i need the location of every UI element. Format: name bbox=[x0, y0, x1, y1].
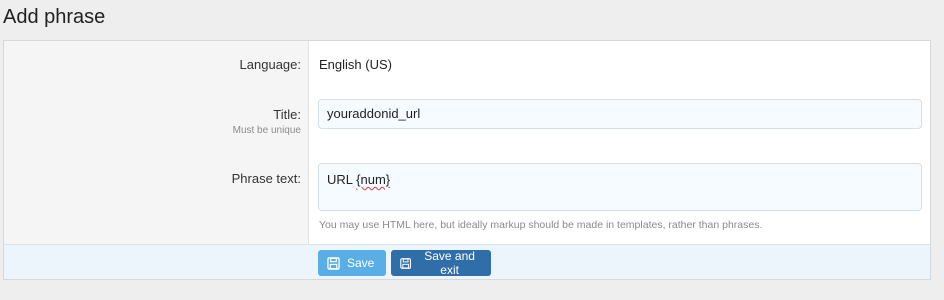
phrase-text-area[interactable]: URL {num} bbox=[318, 163, 922, 211]
page-title: Add phrase bbox=[3, 6, 106, 28]
phrase-text-explain: You may use HTML here, but ideally marku… bbox=[319, 219, 763, 231]
phrase-text-flagged-word: {num} bbox=[356, 172, 391, 187]
save-and-exit-button-label: Save and exit bbox=[424, 249, 475, 277]
floppy-disk-icon bbox=[400, 257, 411, 269]
language-label: Language: bbox=[239, 57, 301, 72]
floppy-disk-icon bbox=[327, 256, 340, 270]
save-button-label: Save bbox=[347, 256, 375, 270]
save-and-exit-button[interactable]: Save and exit bbox=[391, 249, 491, 277]
save-button[interactable]: Save bbox=[318, 250, 386, 276]
phrase-text-label: Phrase text: bbox=[231, 171, 301, 186]
title-label: Title: bbox=[273, 107, 301, 122]
title-input[interactable]: youraddonid_url bbox=[318, 99, 922, 129]
phrase-text-value: URL bbox=[327, 172, 357, 187]
language-value: English (US) bbox=[319, 57, 392, 72]
add-phrase-form: Language: English (US) Title: Must be un… bbox=[3, 40, 931, 280]
title-input-value: youraddonid_url bbox=[327, 106, 421, 121]
title-hint: Must be unique bbox=[232, 125, 301, 136]
submit-row: Save Save and exit bbox=[4, 244, 930, 279]
